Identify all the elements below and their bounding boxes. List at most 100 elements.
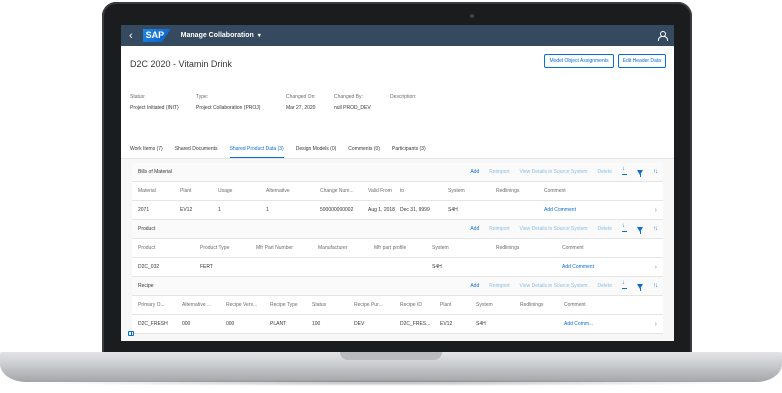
download-icon[interactable] bbox=[622, 166, 627, 175]
app-title: Manage Collaboration bbox=[180, 32, 254, 39]
attr-value: Mar 27, 2020 bbox=[286, 105, 316, 111]
view-details-button[interactable]: View Details in Source System bbox=[520, 226, 588, 232]
cell-status: 100 bbox=[312, 321, 321, 327]
reimport-button[interactable]: Reimport bbox=[489, 283, 509, 289]
chevron-right-icon[interactable]: › bbox=[655, 207, 657, 214]
edit-header-data-button[interactable]: Edit Header Data bbox=[617, 54, 666, 68]
column-header[interactable]: Change Num... bbox=[320, 188, 368, 194]
laptop-shadow bbox=[30, 380, 752, 386]
chevron-right-icon[interactable]: › bbox=[655, 264, 657, 271]
table-row[interactable]: 2071 EV12 1 1 500000000002 Aug 1, 2018 D… bbox=[132, 201, 663, 220]
delete-button[interactable]: Delete bbox=[598, 283, 612, 289]
add-comment-link[interactable]: Add Comment bbox=[562, 264, 602, 270]
download-icon[interactable] bbox=[622, 280, 627, 289]
section-toolbar: Recipe Add Reimport View Details in Sour… bbox=[132, 277, 663, 296]
column-header[interactable]: Recipe Type bbox=[270, 302, 312, 308]
cell-system: S4H bbox=[432, 264, 442, 270]
cell-change-number: 500000000002 bbox=[320, 207, 354, 213]
sort-icon[interactable]: ↑↓ bbox=[653, 169, 658, 175]
bom-section: Bills of Material Add Reimport View Deta… bbox=[132, 163, 663, 220]
column-header[interactable]: Recipe Pur... bbox=[354, 302, 400, 308]
sort-icon[interactable]: ↑↓ bbox=[653, 226, 658, 232]
section-title: Product bbox=[138, 226, 156, 232]
chevron-right-icon[interactable]: › bbox=[655, 321, 657, 328]
add-comment-link[interactable]: Add Comm... bbox=[564, 321, 604, 327]
attr-label: Status: bbox=[130, 94, 146, 100]
column-header[interactable]: Material bbox=[138, 188, 180, 194]
tab-comments[interactable]: Comments (0) bbox=[348, 146, 380, 158]
cell-recipe-purpose: DEV bbox=[354, 321, 365, 327]
column-header[interactable]: Recipe ID bbox=[400, 302, 440, 308]
column-header[interactable]: Recipe Vers... bbox=[226, 302, 270, 308]
column-header[interactable]: Product Type bbox=[200, 245, 256, 251]
column-header[interactable]: System bbox=[448, 188, 496, 194]
column-header[interactable]: Redlinings bbox=[496, 188, 544, 194]
reimport-button[interactable]: Reimport bbox=[489, 226, 509, 232]
section-title: Bills of Material bbox=[138, 169, 172, 175]
reimport-button[interactable]: Reimport bbox=[489, 169, 509, 175]
attr-value: null PROD_DEV bbox=[334, 105, 371, 111]
cell-system: S4H bbox=[448, 207, 458, 213]
shell-bar: ‹ SAP Manage Collaboration ▾ bbox=[121, 25, 674, 46]
cell-recipe-id: D2C_FRES... bbox=[400, 321, 431, 327]
tab-shared-product-data[interactable]: Shared Product Data (3) bbox=[229, 146, 284, 158]
column-header[interactable]: Manufacturer bbox=[318, 245, 374, 251]
column-header[interactable]: Alternative ... bbox=[182, 302, 226, 308]
column-header[interactable]: Usage bbox=[218, 188, 266, 194]
tab-participants[interactable]: Participants (3) bbox=[392, 146, 426, 158]
user-icon[interactable] bbox=[658, 31, 668, 41]
column-header[interactable]: Primary O... bbox=[138, 302, 182, 308]
column-header[interactable]: Valid From bbox=[368, 188, 400, 194]
sort-icon[interactable]: ↑↓ bbox=[653, 283, 658, 289]
column-header[interactable]: Redlinings bbox=[496, 245, 562, 251]
column-header[interactable]: System bbox=[476, 302, 520, 308]
table-row[interactable]: D2C_FRESH 000 000 PLANT 100 DEV D2C_FRES… bbox=[132, 315, 663, 334]
app-title-menu[interactable]: Manage Collaboration ▾ bbox=[181, 32, 261, 39]
attr-value: Project Initiated (INIT) bbox=[130, 105, 179, 111]
column-header[interactable]: Product bbox=[138, 245, 200, 251]
column-header[interactable]: Status bbox=[312, 302, 354, 308]
filter-icon[interactable] bbox=[637, 169, 643, 177]
attr-value: Project Collaboration (PROJ) bbox=[196, 105, 261, 111]
column-header[interactable]: to bbox=[400, 188, 448, 194]
attr-status: Status: Project Initiated (INIT) bbox=[130, 94, 196, 111]
column-header[interactable]: Alternative bbox=[266, 188, 320, 194]
add-button[interactable]: Add bbox=[470, 226, 479, 232]
cell-recipe-version: 000 bbox=[226, 321, 235, 327]
add-comment-link[interactable]: Add Comment bbox=[544, 207, 584, 213]
table-header-row: Material Plant Usage Alternative Change … bbox=[132, 182, 663, 201]
filter-icon[interactable] bbox=[637, 283, 643, 291]
header-attributes: Status: Project Initiated (INIT) Type: P… bbox=[130, 94, 665, 111]
filter-icon[interactable] bbox=[637, 226, 643, 234]
view-details-button[interactable]: View Details in Source System bbox=[520, 169, 588, 175]
column-header[interactable]: Redlinings bbox=[520, 302, 564, 308]
column-header[interactable]: Mfr Part Number bbox=[256, 245, 318, 251]
column-header[interactable]: Plant bbox=[440, 302, 476, 308]
view-details-button[interactable]: View Details in Source System bbox=[520, 283, 588, 289]
header-actions: Model Object Assignments Edit Header Dat… bbox=[544, 54, 666, 68]
column-header[interactable]: Plant bbox=[180, 188, 218, 194]
side-panel-icon[interactable] bbox=[128, 331, 134, 336]
download-icon[interactable] bbox=[622, 223, 627, 232]
column-header[interactable]: Comment bbox=[544, 188, 584, 194]
tab-shared-documents[interactable]: Shared Documents bbox=[175, 146, 218, 158]
cell-product-type: FERT bbox=[200, 264, 213, 270]
tab-work-items[interactable]: Work Items (7) bbox=[130, 146, 163, 158]
add-button[interactable]: Add bbox=[470, 283, 479, 289]
section-title: Recipe bbox=[138, 283, 154, 289]
column-header[interactable]: Comment bbox=[564, 302, 604, 308]
delete-button[interactable]: Delete bbox=[598, 226, 612, 232]
laptop-notch bbox=[340, 352, 442, 360]
model-object-assignments-button[interactable]: Model Object Assignments bbox=[544, 54, 614, 68]
sap-logo: SAP bbox=[142, 29, 171, 42]
add-button[interactable]: Add bbox=[470, 169, 479, 175]
back-button[interactable]: ‹ bbox=[129, 30, 133, 42]
section-toolbar: Bills of Material Add Reimport View Deta… bbox=[132, 163, 663, 182]
attr-label: Description: bbox=[390, 94, 417, 100]
table-row[interactable]: D2C_032 FERT S4H Add Comment › bbox=[132, 258, 663, 277]
column-header[interactable]: Mfr part profile bbox=[374, 245, 432, 251]
column-header[interactable]: Comment bbox=[562, 245, 602, 251]
tab-design-models[interactable]: Design Models (0) bbox=[296, 146, 337, 158]
column-header[interactable]: System bbox=[432, 245, 496, 251]
delete-button[interactable]: Delete bbox=[598, 169, 612, 175]
